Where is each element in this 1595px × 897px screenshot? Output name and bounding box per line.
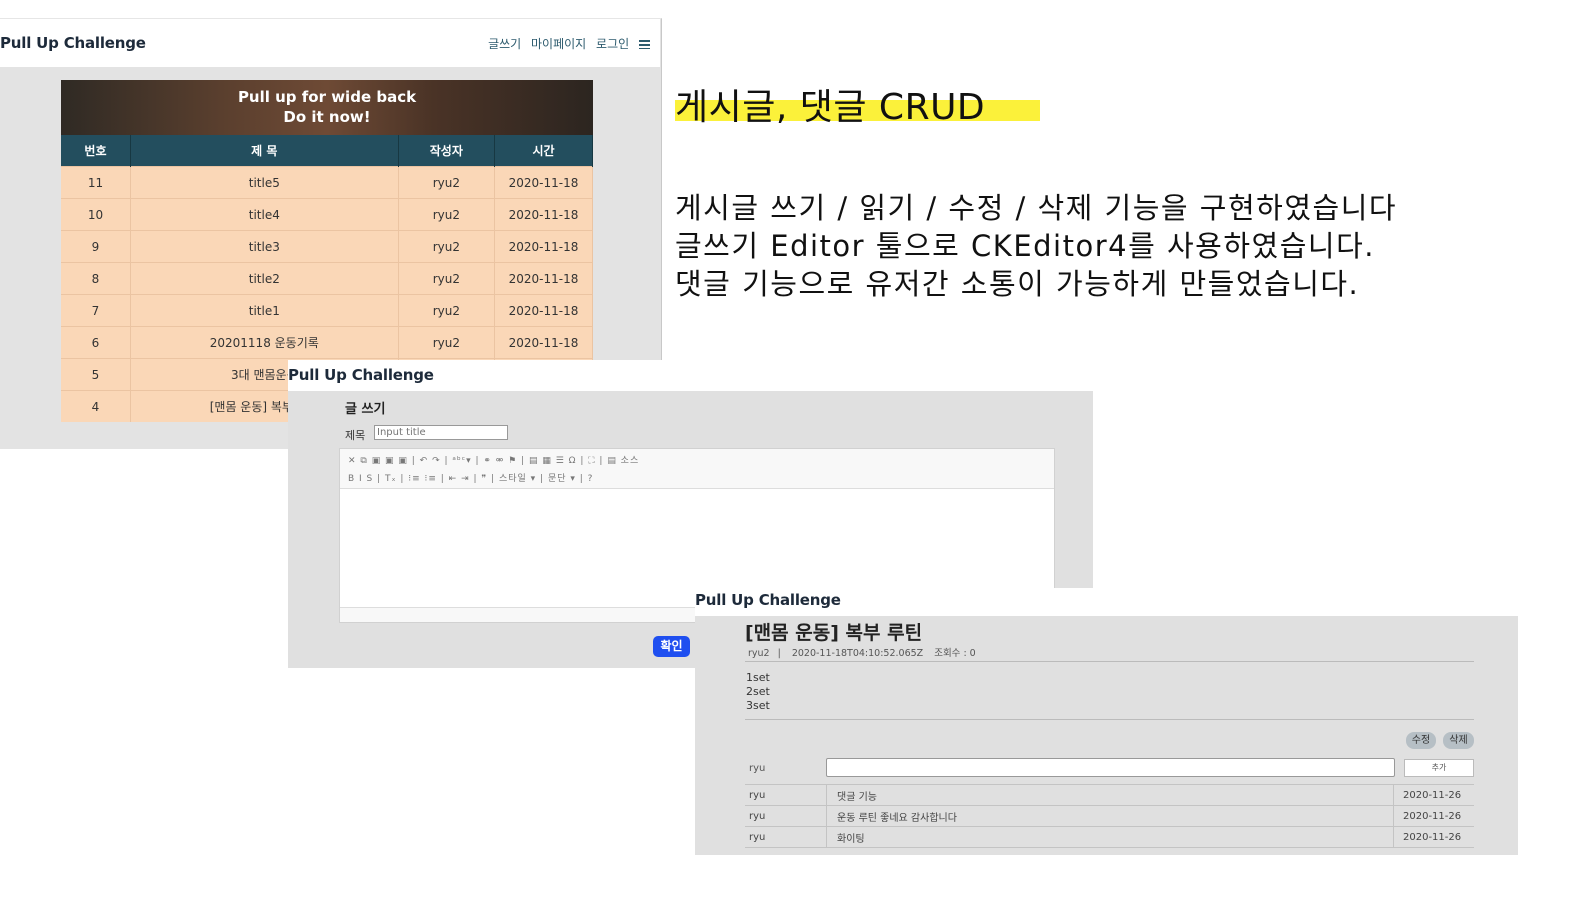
col-number: 번호 [61, 135, 131, 167]
nav-login-link[interactable]: 로그인 [596, 37, 629, 51]
row-time: 2020-11-18 [494, 294, 593, 327]
banner-line-2: Do it now! [283, 108, 371, 126]
post-date: 2020-11-18T04:10:52.065Z [791, 648, 924, 659]
row-title[interactable]: 20201118 운동기록 [130, 326, 399, 359]
confirm-button[interactable]: 확인 [653, 636, 690, 657]
description-line-2: 글쓰기 Editor 툴으로 CKEditor4를 사용하였습니다. [675, 229, 1375, 263]
comment-row: ryu 운동 루틴 좋네요 감사합니다 2020-11-26 [745, 805, 1474, 827]
comment-row: ryu 댓글 기능 2020-11-26 [745, 784, 1474, 806]
write-heading: 글 쓰기 [345, 402, 386, 417]
comment-list: ryu 댓글 기능 2020-11-26 ryu 운동 루틴 좋네요 감사합니다 2020… [745, 784, 1474, 848]
row-title[interactable]: title4 [130, 198, 399, 231]
description-line-3: 댓글 기능으로 유저간 소통이 가능하게 만들었습니다. [675, 267, 1360, 301]
editor-toolbar-row-2[interactable]: B I S | Tₓ | ⁝≡ ⁝≡ | ⇤ ⇥ | ❞ | 스타일 ▾ | 문… [348, 470, 1046, 488]
row-author: ryu2 [398, 294, 496, 327]
row-number: 7 [61, 294, 131, 327]
edit-button[interactable]: 수정 [1406, 732, 1436, 749]
banner-line-1: Pull up for wide back [237, 88, 417, 106]
nav-write-link[interactable]: 글쓰기 [488, 37, 521, 51]
row-author: ryu2 [398, 230, 496, 263]
comment-author: ryu [745, 784, 827, 806]
menu-icon[interactable] [639, 40, 650, 49]
table-row[interactable]: 11 title5 ryu2 2020-11-18 [61, 166, 593, 199]
row-title[interactable]: title1 [130, 294, 399, 327]
editor-toolbar-row-1[interactable]: ✕ ⧉ ▣ ▣ ▣ | ↶ ↷ | ᵃᵇᶜ▾ | ⚭ ⚮ ⚑ | ▤ ▦ ☰ Ω… [348, 452, 1046, 470]
description-line-1: 게시글 쓰기 / 읽기 / 수정 / 삭제 기능을 구현하였습니다 [675, 191, 1398, 225]
comment-date: 2020-11-26 [1393, 805, 1474, 827]
row-number: 4 [61, 390, 131, 422]
add-comment-button[interactable]: 추가 [1404, 759, 1474, 777]
row-time: 2020-11-18 [494, 198, 593, 231]
table-row[interactable]: 8 title2 ryu2 2020-11-18 [61, 262, 593, 295]
nav-mypage-link[interactable]: 마이페이지 [531, 37, 586, 51]
row-title[interactable]: title5 [130, 166, 399, 199]
brand-logo[interactable]: Pull Up Challenge [288, 366, 434, 384]
table-header-row: 번호 제 목 작성자 시간 [61, 135, 593, 167]
comment-text: 운동 루틴 좋네요 감사합니다 [826, 805, 1394, 827]
brand-logo[interactable]: Pull Up Challenge [0, 34, 146, 52]
list-navbar: Pull Up Challenge 글쓰기 마이페이지 로그인 [0, 19, 660, 67]
comment-text: 댓글 기능 [826, 784, 1394, 806]
row-number: 6 [61, 326, 131, 359]
detail-navbar: Pull Up Challenge [695, 588, 1518, 616]
post-body-line: 1set [746, 671, 770, 684]
post-body: 1set 2set 3set [746, 671, 770, 713]
row-title[interactable]: title3 [130, 230, 399, 263]
post-body-line: 3set [746, 699, 770, 712]
brand-logo[interactable]: Pull Up Challenge [695, 591, 841, 609]
detail-page-screenshot: Pull Up Challenge [맨몸 운동] 복부 루틴 ryu2 | 20… [695, 588, 1518, 855]
row-time: 2020-11-18 [494, 326, 593, 359]
divider [745, 661, 1474, 662]
comment-author: ryu [745, 826, 827, 848]
post-title: [맨몸 운동] 복부 루틴 [745, 622, 923, 644]
col-title: 제 목 [130, 135, 399, 167]
comment-text: 화이팅 [826, 826, 1394, 848]
comment-date: 2020-11-26 [1393, 826, 1474, 848]
row-author: ryu2 [398, 198, 496, 231]
slide-heading: 게시글, 댓글 CRUD [675, 87, 986, 128]
write-navbar: Pull Up Challenge [288, 360, 1093, 391]
post-author: ryu2 [748, 648, 770, 659]
comment-row: ryu 화이팅 2020-11-26 [745, 826, 1474, 848]
row-number: 5 [61, 358, 131, 391]
title-input[interactable] [374, 425, 508, 440]
table-row[interactable]: 10 title4 ryu2 2020-11-18 [61, 198, 593, 231]
editor-toolbar[interactable]: ✕ ⧉ ▣ ▣ ▣ | ↶ ↷ | ᵃᵇᶜ▾ | ⚭ ⚮ ⚑ | ▤ ▦ ☰ Ω… [340, 449, 1054, 489]
title-label: 제목 [345, 429, 366, 442]
post-meta: ryu2 | 2020-11-18T04:10:52.065Z 조회수 : 0 [748, 648, 976, 659]
hero-banner: Pull up for wide back Do it now! [61, 80, 593, 135]
row-number: 10 [61, 198, 131, 231]
row-author: ryu2 [398, 166, 496, 199]
row-author: ryu2 [398, 262, 496, 295]
delete-button[interactable]: 삭제 [1443, 732, 1474, 749]
comment-input[interactable] [826, 758, 1395, 777]
col-time: 시간 [494, 135, 593, 167]
comment-author: ryu [745, 805, 827, 827]
comment-author-label: ryu [749, 763, 766, 774]
nav-menu: 글쓰기 마이페이지 로그인 [482, 35, 650, 52]
post-body-line: 2set [746, 685, 770, 698]
divider [745, 719, 1474, 720]
comment-date: 2020-11-26 [1393, 784, 1474, 806]
table-row[interactable]: 6 20201118 운동기록 ryu2 2020-11-18 [61, 326, 593, 359]
table-row[interactable]: 9 title3 ryu2 2020-11-18 [61, 230, 593, 263]
col-author: 작성자 [398, 135, 496, 167]
row-number: 8 [61, 262, 131, 295]
row-time: 2020-11-18 [494, 230, 593, 263]
row-title[interactable]: title2 [130, 262, 399, 295]
row-author: ryu2 [398, 326, 496, 359]
row-time: 2020-11-18 [494, 262, 593, 295]
post-views: 조회수 : 0 [934, 648, 976, 659]
row-number: 9 [61, 230, 131, 263]
table-row[interactable]: 7 title1 ryu2 2020-11-18 [61, 294, 593, 327]
row-number: 11 [61, 166, 131, 199]
row-time: 2020-11-18 [494, 166, 593, 199]
